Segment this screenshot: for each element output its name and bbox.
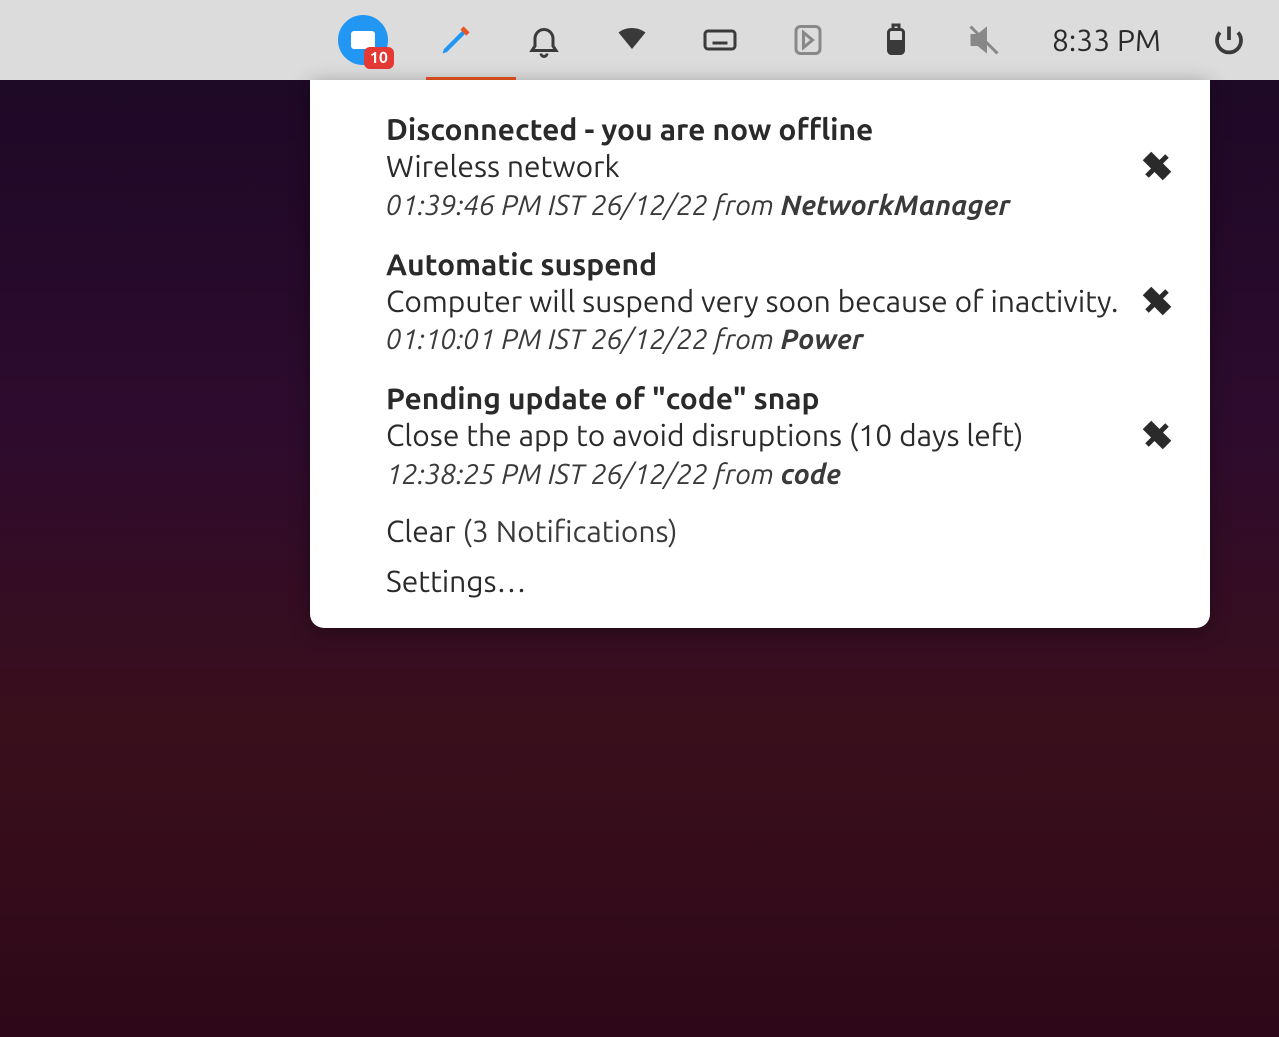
app-indicator-badge: 10 <box>364 47 394 69</box>
notification-message: Computer will suspend very soon because … <box>386 283 1120 321</box>
settings-button[interactable]: Settings… <box>386 556 1174 606</box>
notification-item[interactable]: Disconnected - you are now offline Wirel… <box>386 102 1174 237</box>
wifi-icon[interactable] <box>612 20 652 60</box>
notification-meta: 01:39:46 PM IST 26/12/22 from NetworkMan… <box>386 190 1120 221</box>
close-icon[interactable] <box>1140 149 1174 183</box>
power-icon[interactable] <box>1209 20 1249 60</box>
notification-message: Close the app to avoid disruptions (10 d… <box>386 417 1120 455</box>
notification-popup: Disconnected - you are now offline Wirel… <box>310 80 1210 628</box>
keyboard-icon[interactable] <box>700 20 740 60</box>
clock[interactable]: 8:33 PM <box>1052 23 1161 57</box>
notification-meta: 12:38:25 PM IST 26/12/22 from code <box>386 459 1120 490</box>
close-icon[interactable] <box>1140 418 1174 452</box>
notification-message: Wireless network <box>386 148 1120 186</box>
clear-notifications-button[interactable]: Clear (3 Notifications) <box>386 506 1174 556</box>
clear-label: Clear <box>386 514 456 548</box>
top-bar: 10 8:33 PM <box>0 0 1279 80</box>
bell-icon[interactable] <box>524 20 564 60</box>
notification-title: Disconnected - you are now offline <box>386 112 1120 146</box>
clear-count: (3 Notifications) <box>462 514 677 548</box>
battery-icon[interactable] <box>876 20 916 60</box>
notification-title: Pending update of "code" snap <box>386 381 1120 415</box>
volume-muted-icon[interactable] <box>964 20 1004 60</box>
pen-icon[interactable] <box>436 20 476 60</box>
notification-title: Automatic suspend <box>386 247 1120 281</box>
notification-item[interactable]: Automatic suspend Computer will suspend … <box>386 237 1174 372</box>
app-indicator[interactable]: 10 <box>338 15 388 65</box>
close-icon[interactable] <box>1140 284 1174 318</box>
notification-item[interactable]: Pending update of "code" snap Close the … <box>386 371 1174 506</box>
notification-meta: 01:10:01 PM IST 26/12/22 from Power <box>386 324 1120 355</box>
bluetooth-icon[interactable] <box>788 20 828 60</box>
